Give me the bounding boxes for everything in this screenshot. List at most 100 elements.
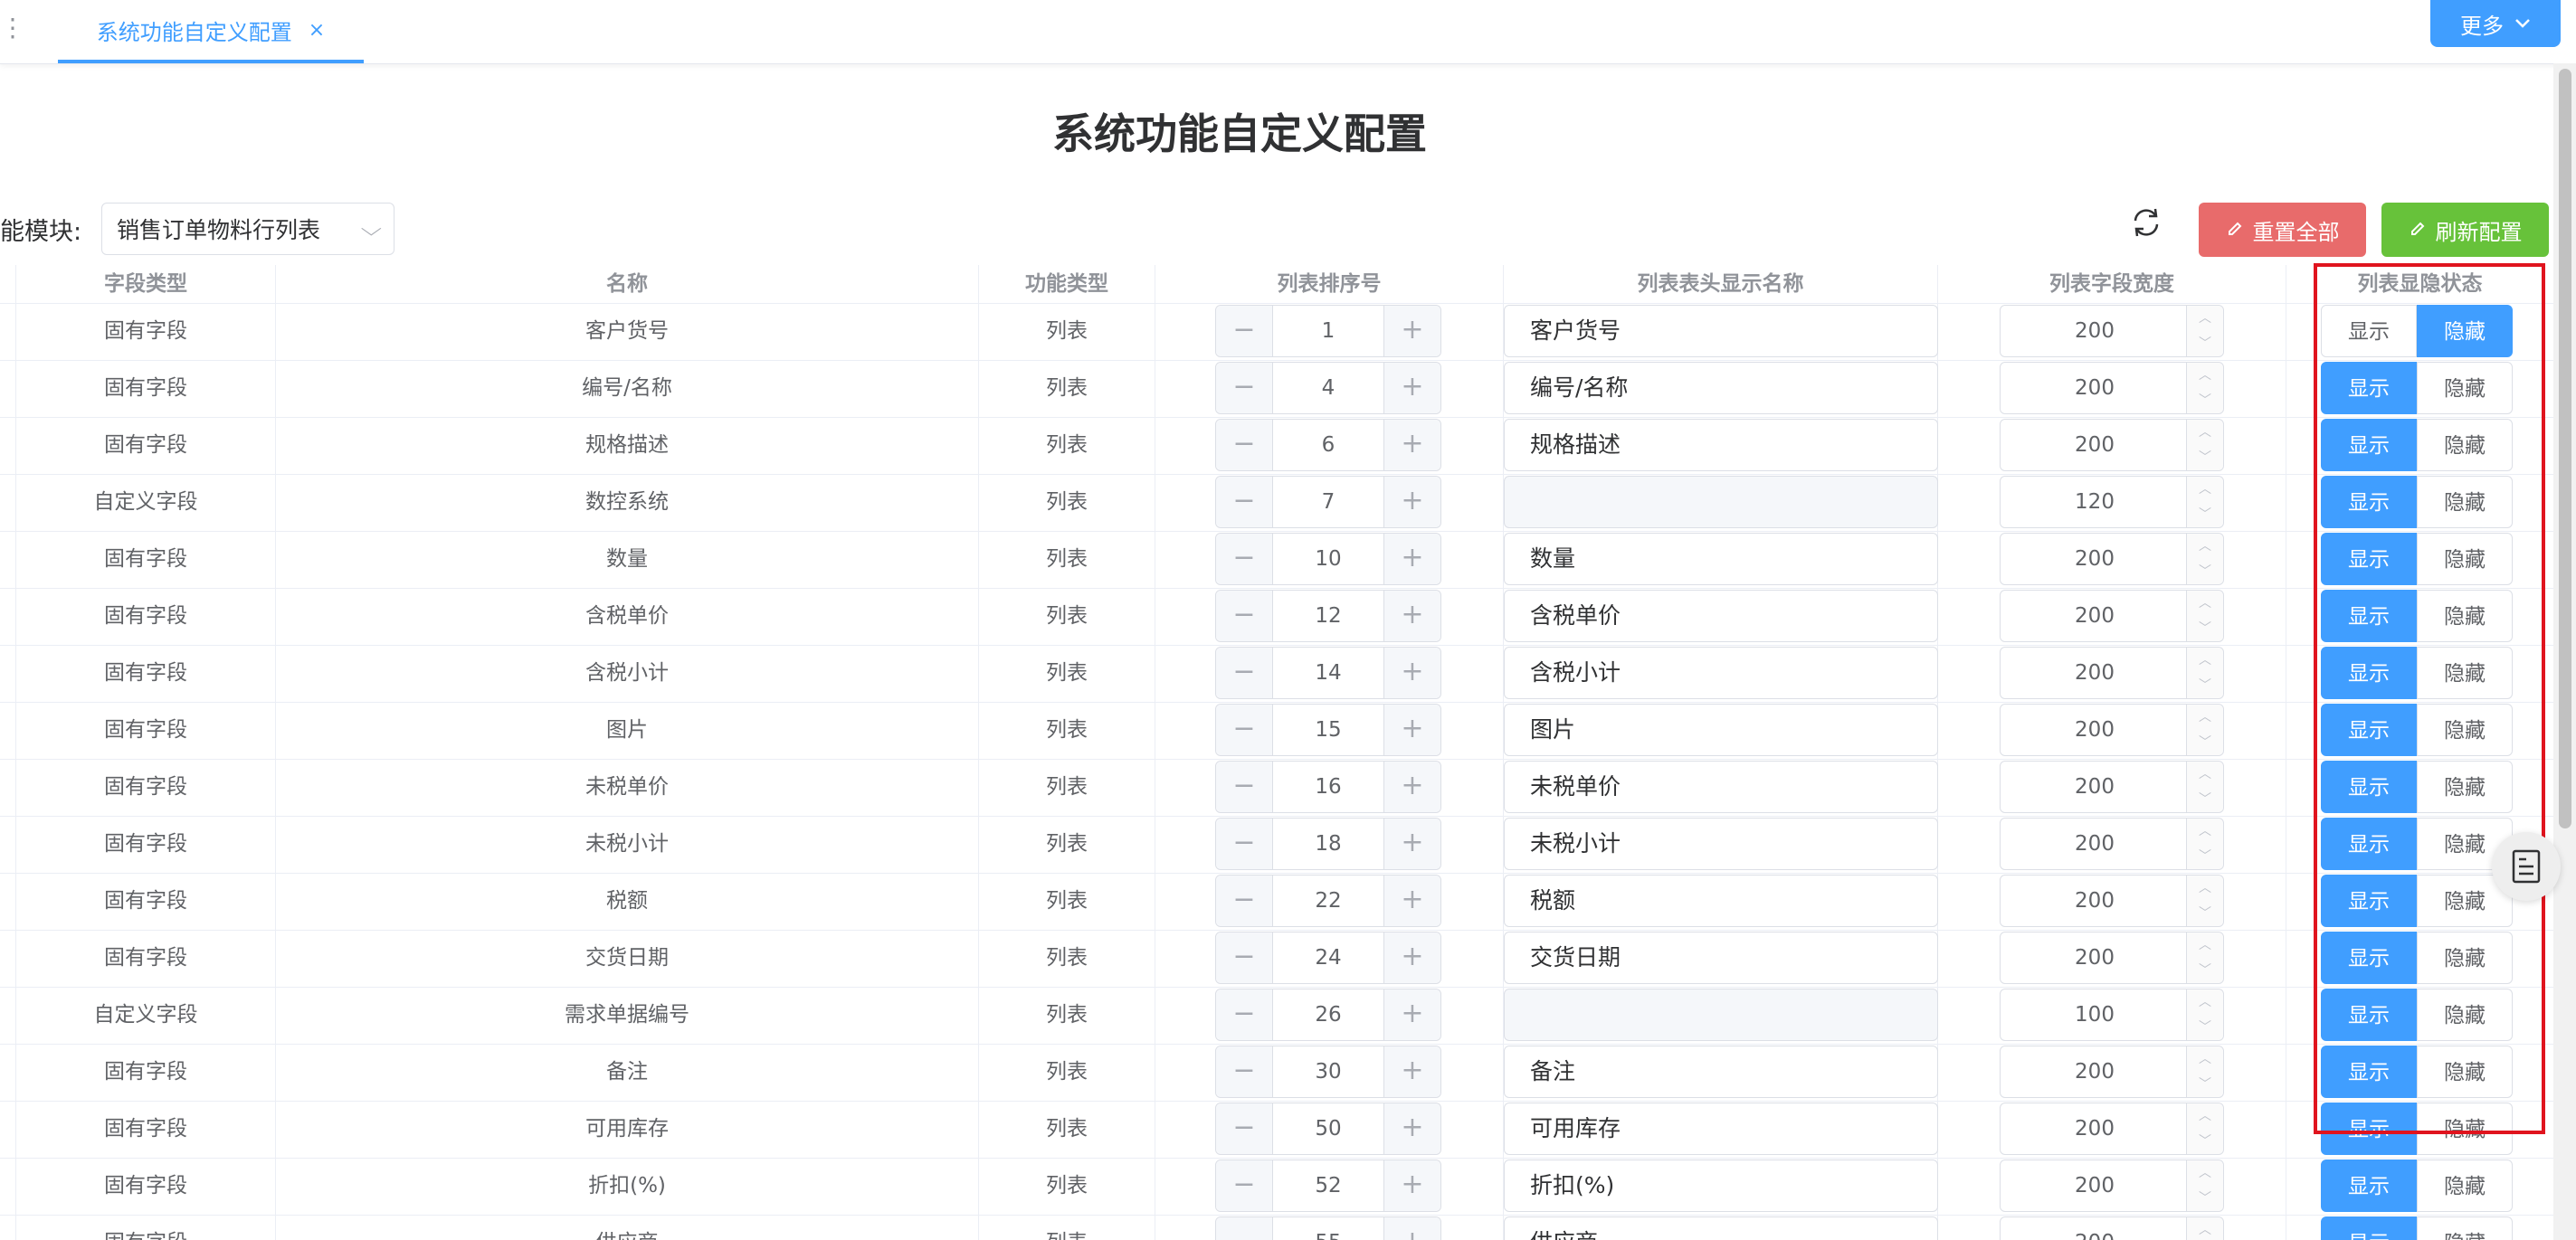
hide-button[interactable]: 隐藏 (2417, 533, 2513, 585)
width-value[interactable]: 200 (2001, 1103, 2189, 1154)
chevron-up-icon[interactable]: ︿ (2186, 648, 2223, 674)
increment-button[interactable]: + (1383, 363, 1440, 413)
tab-system-config[interactable]: 系统功能自定义配置 × (58, 0, 364, 63)
width-input[interactable]: 200 ︿ ﹀ (2000, 704, 2224, 756)
show-button[interactable]: 显示 (2321, 419, 2417, 471)
chevron-down-icon[interactable]: ﹀ (2186, 502, 2223, 527)
width-value[interactable]: 200 (2001, 1160, 2189, 1211)
chevron-down-icon[interactable]: ﹀ (2186, 787, 2223, 812)
hide-button[interactable]: 隐藏 (2417, 1103, 2513, 1155)
chevron-up-icon[interactable]: ︿ (2186, 705, 2223, 731)
reset-all-button[interactable]: 重置全部 (2199, 203, 2366, 257)
increment-button[interactable]: + (1383, 819, 1440, 869)
width-value[interactable]: 200 (2001, 876, 2189, 926)
decrement-button[interactable]: − (1216, 932, 1273, 983)
hide-button[interactable]: 隐藏 (2417, 476, 2513, 528)
width-input[interactable]: 200 ︿ ﹀ (2000, 761, 2224, 813)
chevron-up-icon[interactable]: ︿ (2186, 1103, 2223, 1130)
increment-button[interactable]: + (1383, 762, 1440, 812)
sort-value[interactable]: 22 (1272, 876, 1384, 926)
sort-stepper[interactable]: − 7 + (1215, 476, 1441, 528)
sort-value[interactable]: 24 (1272, 932, 1384, 983)
decrement-button[interactable]: − (1216, 648, 1273, 698)
width-value[interactable]: 120 (2001, 477, 2189, 527)
chevron-up-icon[interactable]: ︿ (2186, 363, 2223, 389)
show-button[interactable]: 显示 (2321, 989, 2417, 1041)
increment-button[interactable]: + (1383, 705, 1440, 755)
sort-value[interactable]: 15 (1272, 705, 1384, 755)
show-button[interactable]: 显示 (2321, 590, 2417, 642)
hide-button[interactable]: 隐藏 (2417, 305, 2513, 357)
show-button[interactable]: 显示 (2321, 362, 2417, 414)
show-button[interactable]: 显示 (2321, 1103, 2417, 1155)
sort-stepper[interactable]: − 30 + (1215, 1046, 1441, 1098)
refresh-config-button[interactable]: 刷新配置 (2381, 203, 2549, 257)
increment-button[interactable]: + (1383, 306, 1440, 356)
sort-stepper[interactable]: − 24 + (1215, 932, 1441, 984)
width-value[interactable]: 200 (2001, 648, 2189, 698)
sort-value[interactable]: 52 (1272, 1160, 1384, 1211)
chevron-down-icon[interactable]: ﹀ (2186, 388, 2223, 413)
chevron-down-icon[interactable]: ﹀ (2186, 958, 2223, 983)
width-input[interactable]: 200 ︿ ﹀ (2000, 875, 2224, 927)
hide-button[interactable]: 隐藏 (2417, 590, 2513, 642)
chevron-up-icon[interactable]: ︿ (2186, 534, 2223, 560)
chevron-up-icon[interactable]: ︿ (2186, 1160, 2223, 1187)
sort-stepper[interactable]: − 4 + (1215, 362, 1441, 414)
increment-button[interactable]: + (1383, 591, 1440, 641)
increment-button[interactable]: + (1383, 477, 1440, 527)
sort-stepper[interactable]: − 22 + (1215, 875, 1441, 927)
width-input[interactable]: 200 ︿ ﹀ (2000, 1046, 2224, 1098)
sort-value[interactable]: 55 (1272, 1217, 1384, 1240)
sort-value[interactable]: 10 (1272, 534, 1384, 584)
increment-button[interactable]: + (1383, 1046, 1440, 1097)
chevron-up-icon[interactable]: ︿ (2186, 1046, 2223, 1073)
sort-value[interactable]: 26 (1272, 989, 1384, 1040)
decrement-button[interactable]: − (1216, 819, 1273, 869)
hide-button[interactable]: 隐藏 (2417, 1160, 2513, 1212)
hide-button[interactable]: 隐藏 (2417, 989, 2513, 1041)
width-input[interactable]: 120 ︿ ﹀ (2000, 476, 2224, 528)
chevron-down-icon[interactable]: ﹀ (2186, 1072, 2223, 1097)
header-name-input[interactable]: 编号/名称 (1504, 362, 1938, 414)
chevron-up-icon[interactable]: ︿ (2186, 762, 2223, 788)
sort-stepper[interactable]: − 18 + (1215, 818, 1441, 870)
chevron-up-icon[interactable]: ︿ (2186, 989, 2223, 1016)
chevron-down-icon[interactable]: ﹀ (2186, 331, 2223, 356)
sort-value[interactable]: 4 (1272, 363, 1384, 413)
width-value[interactable]: 200 (2001, 1217, 2189, 1240)
width-value[interactable]: 200 (2001, 534, 2189, 584)
decrement-button[interactable]: − (1216, 1103, 1273, 1154)
hide-button[interactable]: 隐藏 (2417, 932, 2513, 984)
close-icon[interactable]: × (309, 19, 325, 42)
increment-button[interactable]: + (1383, 648, 1440, 698)
sort-stepper[interactable]: − 14 + (1215, 647, 1441, 699)
header-name-input[interactable]: 数量 (1504, 533, 1938, 585)
hide-button[interactable]: 隐藏 (2417, 1046, 2513, 1098)
show-button[interactable]: 显示 (2321, 761, 2417, 813)
width-value[interactable]: 200 (2001, 762, 2189, 812)
header-name-input[interactable]: 未税单价 (1504, 761, 1938, 813)
floating-document-button[interactable] (2492, 832, 2561, 901)
chevron-down-icon[interactable]: ﹀ (2186, 673, 2223, 698)
decrement-button[interactable]: − (1216, 420, 1273, 470)
chevron-up-icon[interactable]: ︿ (2186, 932, 2223, 959)
decrement-button[interactable]: − (1216, 534, 1273, 584)
show-button[interactable]: 显示 (2321, 875, 2417, 927)
decrement-button[interactable]: − (1216, 876, 1273, 926)
header-name-input[interactable]: 供应商 (1504, 1216, 1938, 1240)
width-input[interactable]: 200 ︿ ﹀ (2000, 362, 2224, 414)
chevron-down-icon[interactable]: ﹀ (2186, 1015, 2223, 1040)
sort-value[interactable]: 14 (1272, 648, 1384, 698)
increment-button[interactable]: + (1383, 932, 1440, 983)
decrement-button[interactable]: − (1216, 762, 1273, 812)
decrement-button[interactable]: − (1216, 989, 1273, 1040)
sort-stepper[interactable]: − 55 + (1215, 1216, 1441, 1240)
header-name-input[interactable]: 含税单价 (1504, 590, 1938, 642)
width-input[interactable]: 200 ︿ ﹀ (2000, 1103, 2224, 1155)
width-value[interactable]: 200 (2001, 932, 2189, 983)
increment-button[interactable]: + (1383, 989, 1440, 1040)
width-value[interactable]: 200 (2001, 420, 2189, 470)
module-select[interactable]: 销售订单物料行列表 ⌵ (101, 203, 394, 255)
decrement-button[interactable]: − (1216, 705, 1273, 755)
